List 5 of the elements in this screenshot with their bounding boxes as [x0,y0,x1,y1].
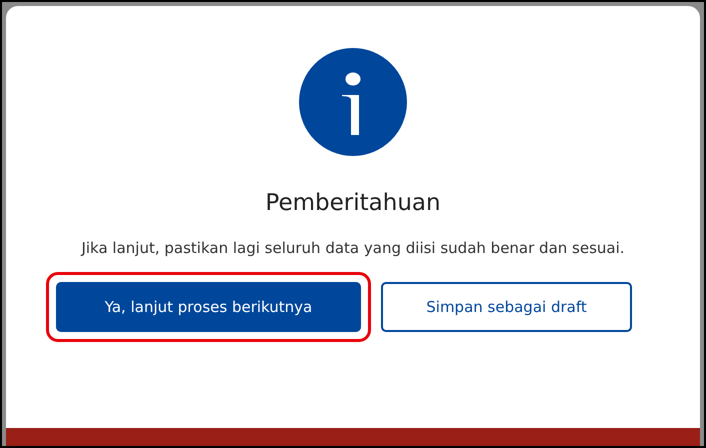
info-icon [299,48,407,156]
dialog-title: Pemberitahuan [265,190,441,216]
dialog-message: Jika lanjut, pastikan lagi seluruh data yang diisi sudah benar dan sesuai. [80,238,626,259]
save-draft-button[interactable]: Simpan sebagai draft [381,282,632,332]
continue-button[interactable]: Ya, lanjut proses berikutnya [56,282,361,332]
